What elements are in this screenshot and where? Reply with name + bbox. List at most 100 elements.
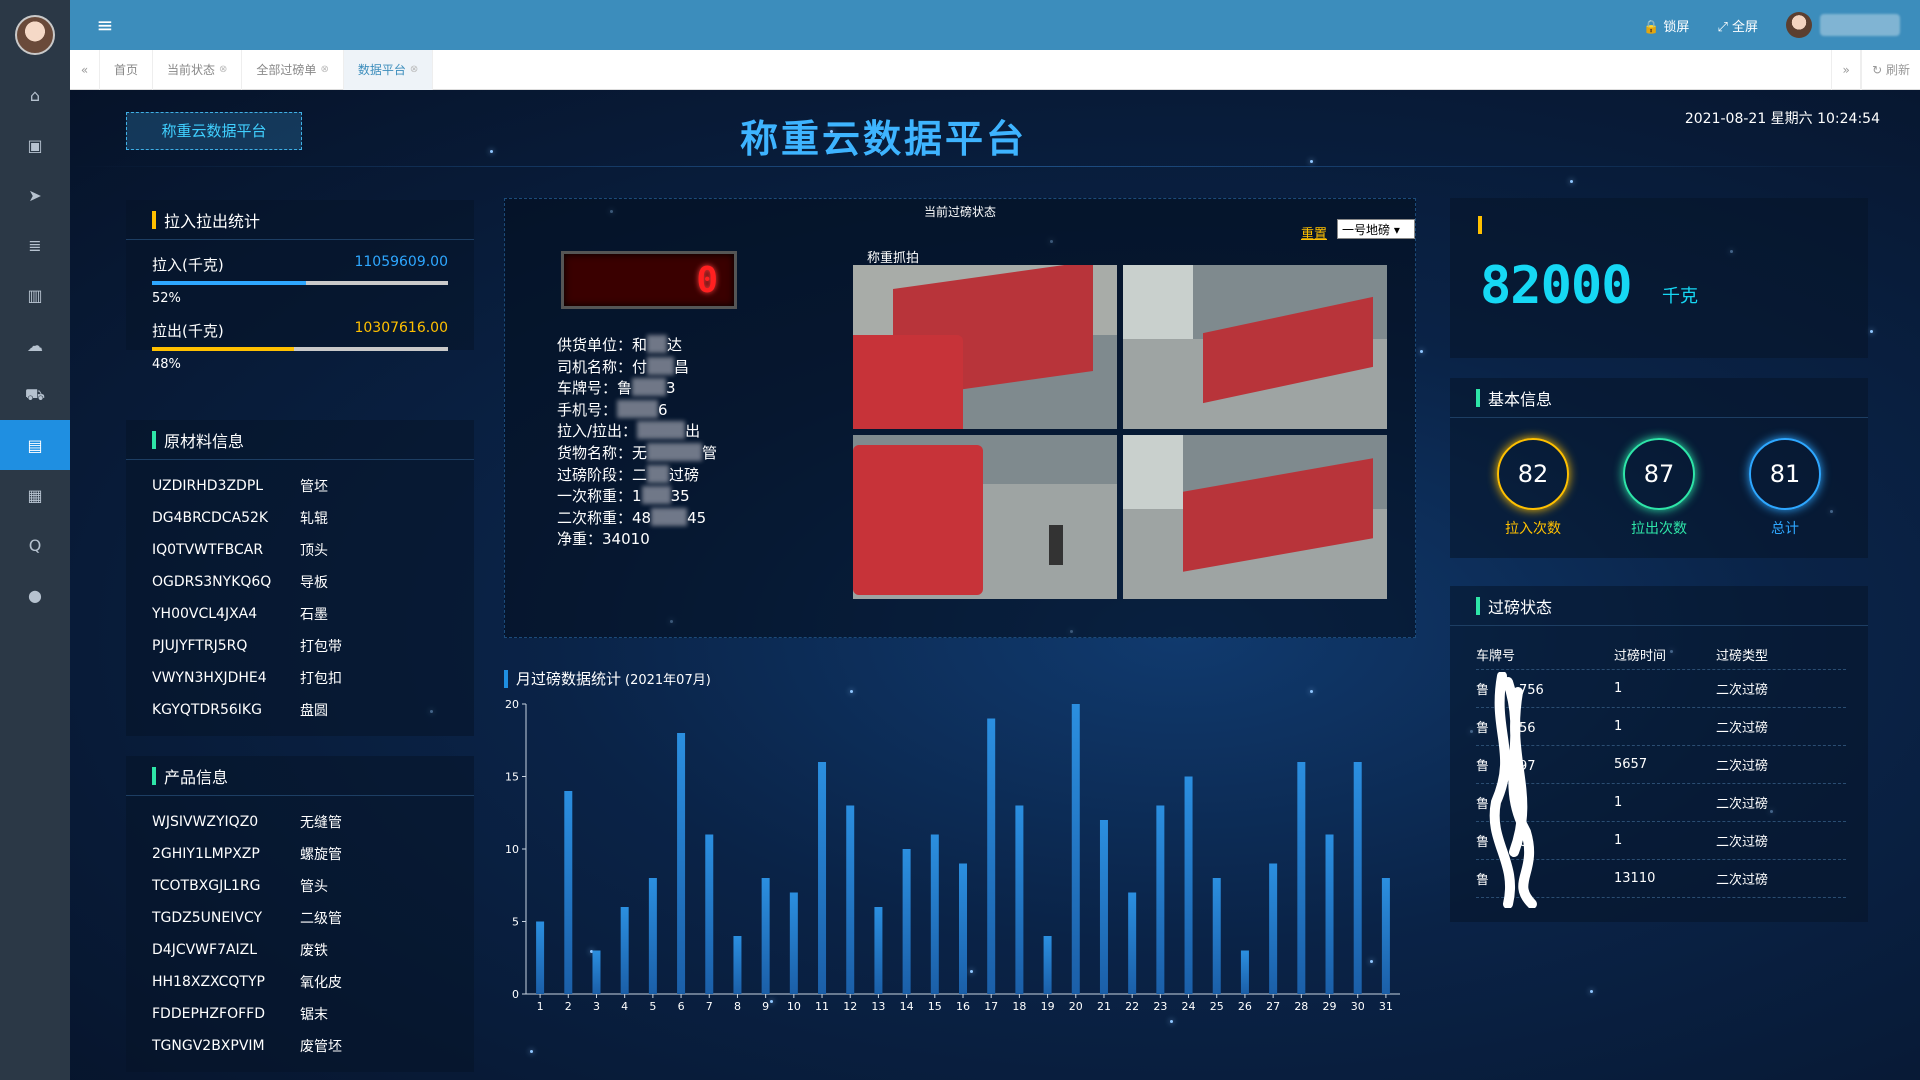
bar-day-12[interactable] [846, 805, 855, 995]
weight-value: 82000 [1480, 256, 1633, 316]
bar-day-8[interactable] [733, 936, 742, 994]
cloud-icon: ☁ [27, 335, 43, 355]
led-digit: 0 [696, 260, 718, 301]
tab-scroll-right-icon[interactable]: » [1831, 49, 1862, 90]
sidebar-item-7[interactable]: ▤ [0, 420, 70, 470]
username-blurred [1820, 14, 1900, 36]
bar-day-25[interactable] [1212, 878, 1221, 994]
tab-close-icon[interactable]: ⊗ [219, 50, 227, 90]
background-star [1590, 990, 1593, 993]
item-code: KGYQTDR56IKG [152, 702, 262, 718]
column-header: 过磅时间 [1614, 649, 1667, 664]
tab-close-icon[interactable]: ⊗ [320, 50, 328, 90]
weight-panel-marker [1478, 216, 1482, 234]
sidebar-item-6[interactable]: ⛟ [0, 370, 70, 420]
x-tick-label: 26 [1238, 1000, 1252, 1013]
bar-day-26[interactable] [1240, 950, 1249, 995]
tab-3[interactable]: 数据平台 ⊗ [343, 49, 434, 90]
sidebar-item-8[interactable]: ▦ [0, 470, 70, 520]
snapshot-photo-2[interactable] [1123, 265, 1387, 429]
background-star [1310, 690, 1313, 693]
bar-day-4[interactable] [620, 907, 629, 994]
bar-day-16[interactable] [959, 863, 967, 995]
lock-screen-button[interactable]: 🔒 锁屏 [1643, 16, 1689, 35]
bar-day-5[interactable] [648, 878, 657, 994]
redacted-text [647, 335, 668, 353]
tab-label: 首页 [114, 62, 139, 77]
bar-day-23[interactable] [1156, 805, 1165, 995]
list-item: TCOTBXGJL1RG 管头 [126, 870, 474, 902]
sidebar-item-4[interactable]: ▥ [0, 270, 70, 320]
inout-stats-title: 拉入拉出统计 [126, 200, 474, 240]
list-item: PJUJYFTRJ5RQ 打包带 [126, 630, 474, 662]
sidebar-item-9[interactable]: Q [0, 520, 70, 570]
x-tick-label: 24 [1182, 1000, 1196, 1013]
redacted-text [647, 356, 675, 375]
tab-label: 数据平台 [357, 62, 406, 77]
bar-day-27[interactable] [1269, 863, 1278, 995]
title-divider [70, 166, 1920, 167]
bar-day-7[interactable] [705, 834, 714, 995]
sidebar-item-0[interactable]: ⌂ [0, 70, 70, 120]
vehicle-info-label: 净重： [557, 530, 603, 549]
sidebar-item-1[interactable]: ▣ [0, 120, 70, 170]
bar-day-3[interactable] [592, 950, 601, 995]
bar-day-18[interactable] [1015, 805, 1024, 995]
list-item: IQ0TVWTFBCAR 顶头 [126, 534, 474, 566]
column-header: 过磅类型 [1716, 649, 1769, 664]
tab-close-icon[interactable]: ⊗ [410, 50, 418, 90]
bar-day-14[interactable] [902, 849, 911, 994]
stat-in-percent: 52% [152, 291, 181, 306]
bar-day-24[interactable] [1184, 776, 1193, 995]
sidebar-item-5[interactable]: ☁ [0, 320, 70, 370]
y-tick-label: 20 [505, 698, 519, 711]
redacted-text [647, 442, 703, 461]
products-list: WJSIVWZYIQZ0 无缝管 2GHIY1LMPXZP 螺旋管 TCOTBXGJL1… [126, 796, 474, 1062]
column-header: 车牌号 [1476, 649, 1516, 664]
tab-2[interactable]: 全部过磅单 ⊗ [242, 49, 344, 90]
tab-0[interactable]: 首页 [100, 49, 154, 90]
snapshot-photo-1[interactable] [853, 265, 1117, 429]
bar-day-6[interactable] [677, 733, 686, 994]
sidebar-item-2[interactable]: ➤ [0, 170, 70, 220]
current-vehicle-info: 供货单位：和 达司机名称：付 昌车牌号：鲁 3 手机号： 6 拉入/拉出： 出货物名称：无 管过… [557, 335, 717, 551]
bar-day-29[interactable] [1325, 834, 1334, 995]
snapshot-photo-3[interactable] [853, 435, 1117, 599]
bar-day-17[interactable] [987, 718, 996, 995]
tab-scroll-left-icon[interactable]: « [70, 49, 100, 90]
bar-day-10[interactable] [789, 892, 798, 995]
bar-day-1[interactable] [536, 921, 545, 995]
bar-day-9[interactable] [761, 878, 770, 994]
refresh-button[interactable]: ↻ 刷新 [1861, 49, 1920, 90]
bar-day-21[interactable] [1099, 820, 1108, 994]
tab-1[interactable]: 当前状态 ⊗ [153, 49, 243, 90]
bar-day-22[interactable] [1128, 892, 1137, 995]
bar-day-13[interactable] [874, 907, 883, 994]
fullscreen-button[interactable]: ⤢ 全屏 [1717, 16, 1758, 35]
vehicle-info-row: 货物名称：无 管 [557, 442, 717, 465]
bar-day-2[interactable] [564, 791, 573, 994]
reset-link[interactable]: 重置 [1301, 223, 1327, 242]
weight-unit: 千克 [1662, 286, 1698, 307]
weight-panel: 82000 千克 [1450, 198, 1868, 358]
sidebar-item-3[interactable]: ≣ [0, 220, 70, 270]
list-item: UZDIRHD3ZDPL 管坯 [126, 470, 474, 502]
vehicle-info-label: 司机名称： [557, 357, 633, 376]
sidebar-item-10[interactable]: ● [0, 570, 70, 620]
bar-day-15[interactable] [930, 834, 939, 995]
user-avatar[interactable] [15, 15, 55, 55]
bar-day-28[interactable] [1297, 762, 1306, 994]
menu-toggle-icon[interactable]: ≡ [70, 13, 140, 37]
redacted-text [641, 486, 671, 505]
bar-day-30[interactable] [1353, 762, 1362, 994]
user-menu[interactable] [1786, 12, 1900, 38]
vehicle-info-value: 48 [632, 508, 652, 527]
scale-select[interactable]: 一号地磅 ▾ [1337, 219, 1415, 239]
bar-day-11[interactable] [818, 762, 827, 994]
x-tick-label: 4 [621, 1000, 628, 1013]
bar-day-31[interactable] [1381, 878, 1390, 994]
bar-day-20[interactable] [1071, 704, 1080, 994]
snapshot-photo-4[interactable] [1123, 435, 1387, 599]
bar-day-19[interactable] [1043, 936, 1052, 994]
vehicle-info-tail: 过磅 [669, 465, 700, 484]
